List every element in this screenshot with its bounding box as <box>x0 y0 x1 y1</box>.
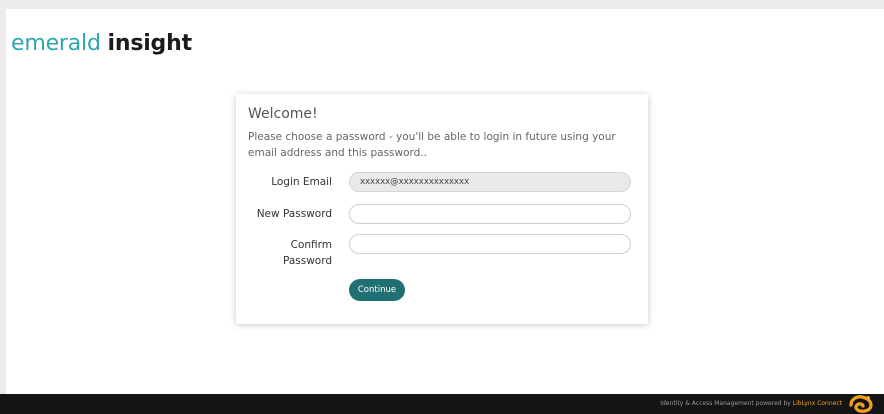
confirm-password-input[interactable] <box>349 234 631 254</box>
login-email-field: xxxxxx@xxxxxxxxxxxxxx <box>349 172 631 192</box>
login-email-label: Login Email <box>271 176 332 188</box>
set-password-card: Welcome! Please choose a password - you'… <box>236 94 648 324</box>
page-surface: emerald insight Welcome! Please choose a… <box>6 9 884 394</box>
footer-brand-link[interactable]: LibLynx Connect <box>793 400 842 407</box>
emerald-insight-logo[interactable]: emerald insight <box>11 31 192 57</box>
footer-credit-prefix: Identity & Access Management powered by <box>660 400 793 407</box>
welcome-heading: Welcome! <box>248 106 318 122</box>
intro-text: Please choose a password - you'll be abl… <box>248 131 616 159</box>
logo-text-bold: insight <box>107 31 193 56</box>
footer-credit: Identity & Access Management powered by … <box>660 399 842 409</box>
confirm-password-label: Confirm Password <box>282 239 332 267</box>
logo-text-light: emerald <box>11 31 101 56</box>
liblynx-logo-icon[interactable] <box>848 395 874 413</box>
continue-button[interactable]: Continue <box>349 279 405 301</box>
new-password-label: New Password <box>256 208 332 220</box>
footer-bar: Identity & Access Management powered by … <box>0 394 884 414</box>
new-password-input[interactable] <box>349 204 631 224</box>
